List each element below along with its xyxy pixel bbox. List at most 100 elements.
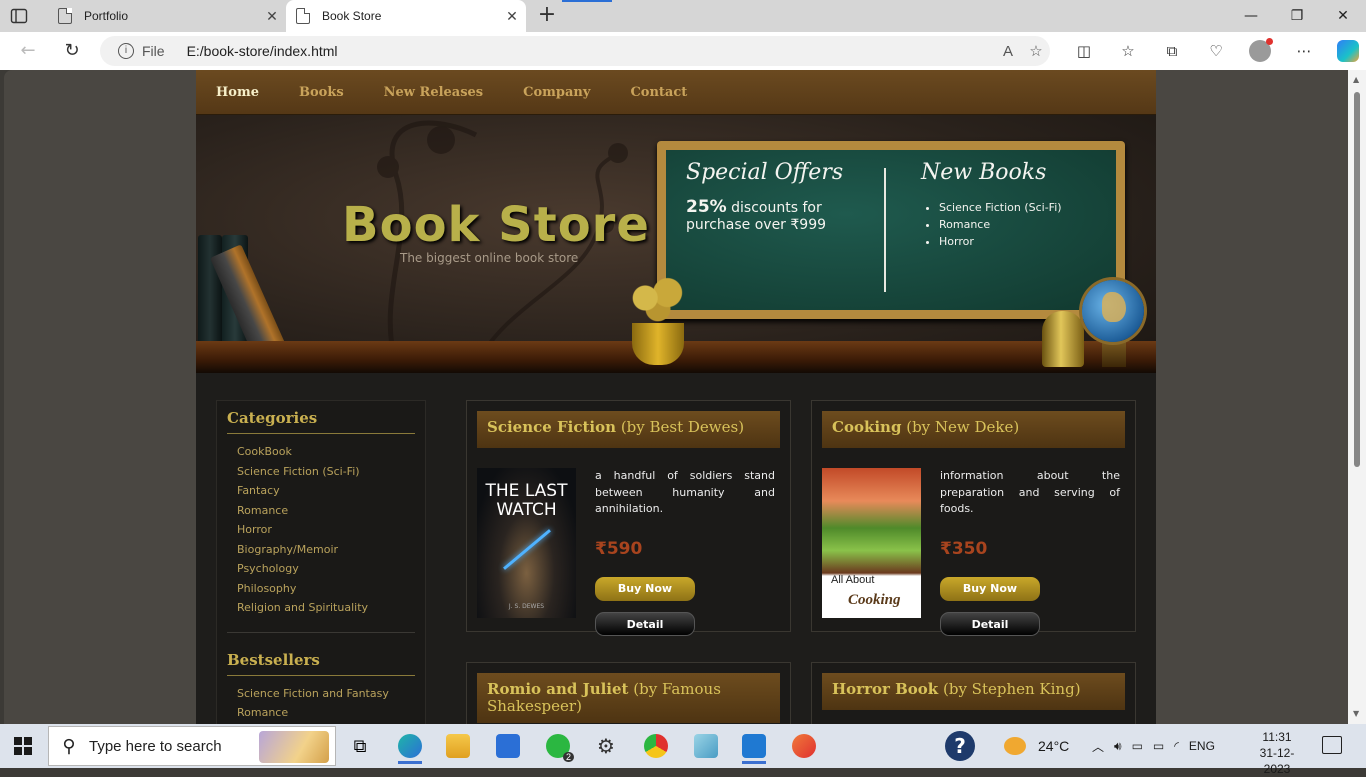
new-books-heading: New Books xyxy=(921,160,1047,185)
notification-icon[interactable] xyxy=(1322,736,1342,754)
product-author: (by Stephen King) xyxy=(942,680,1081,698)
buy-now-button[interactable]: Buy Now xyxy=(940,577,1040,601)
book-cover-image[interactable]: All About Cooking xyxy=(822,468,921,618)
restore-icon[interactable]: ❐ xyxy=(1274,0,1320,32)
battery-icon[interactable]: ▭ xyxy=(1153,739,1164,753)
page-icon xyxy=(58,8,72,24)
file-explorer-icon[interactable] xyxy=(438,728,478,764)
tab-book-store[interactable]: Book Store ✕ xyxy=(286,0,526,32)
close-icon[interactable]: ✕ xyxy=(498,8,526,25)
reload-icon[interactable]: ↻ xyxy=(60,40,84,62)
nav-home[interactable]: Home xyxy=(216,85,259,100)
product-description: information about the preparation and se… xyxy=(940,469,1120,515)
product-description: a handful of soldiers stand between huma… xyxy=(595,469,775,515)
copilot-icon[interactable] xyxy=(1326,39,1366,63)
info-icon[interactable]: i xyxy=(118,43,134,59)
category-link[interactable]: Fantacy xyxy=(237,481,415,501)
windows-start-icon[interactable] xyxy=(14,737,32,755)
tab-actions-icon[interactable] xyxy=(10,7,28,25)
page-scrollbar[interactable]: ▲ ▼ xyxy=(1348,70,1366,724)
whatsapp-icon[interactable]: 2 xyxy=(538,728,578,764)
favorites-icon[interactable]: ☆ xyxy=(1106,39,1150,63)
browser-essentials-icon[interactable]: ♡ xyxy=(1194,39,1238,63)
chevron-up-icon[interactable]: ︿ xyxy=(1092,738,1104,755)
sidebar: Categories CookBook Science Fiction (Sci… xyxy=(216,400,426,724)
product-genre: Science Fiction xyxy=(487,418,617,436)
browser-toolbar: ◫ ☆ ⧉ ♡ ⋯ xyxy=(1062,38,1366,63)
site-nav: Home Books New Releases Company Contact xyxy=(196,70,1156,115)
mail-app-icon[interactable] xyxy=(488,728,528,764)
cover-author: J. S. DEWES xyxy=(508,603,545,610)
product-title[interactable]: Horror Book (by Stephen King) xyxy=(822,673,1125,710)
book-cover-image[interactable]: THE LAST WATCH J. S. DEWES xyxy=(477,468,576,618)
whatsapp-badge: 2 xyxy=(562,752,574,762)
speaker-icon[interactable]: 🔊︎ xyxy=(1114,739,1122,754)
nav-new-releases[interactable]: New Releases xyxy=(384,85,484,100)
bestseller-link[interactable]: Science Fiction and Fantasy xyxy=(237,684,415,704)
file-app-icon[interactable] xyxy=(686,728,726,764)
page-icon xyxy=(296,8,310,24)
category-link[interactable]: Psychology xyxy=(237,559,415,579)
scroll-down-icon[interactable]: ▼ xyxy=(1353,710,1361,718)
product-title[interactable]: Science Fiction (by Best Dewes) xyxy=(477,411,780,448)
split-screen-icon[interactable]: ◫ xyxy=(1062,39,1106,63)
new-book-item: Science Fiction (Sci-Fi) xyxy=(939,199,1111,216)
category-link[interactable]: CookBook xyxy=(237,442,415,462)
tab-portfolio[interactable]: Portfolio ✕ xyxy=(48,0,286,32)
category-link[interactable]: Romance xyxy=(237,501,415,521)
address-bar-row: ← ↻ i File E:/book-store/index.html A ☆ … xyxy=(0,32,1366,70)
settings-gear-icon[interactable]: ⚙ xyxy=(586,728,626,764)
category-link[interactable]: Philosophy xyxy=(237,579,415,599)
globe-stand xyxy=(1102,341,1126,367)
taskbar-search[interactable]: ⚲ Type here to search xyxy=(48,726,336,766)
collections-icon[interactable]: ⧉ xyxy=(1150,39,1194,63)
scroll-thumb[interactable] xyxy=(1354,92,1360,467)
category-link[interactable]: Horror xyxy=(237,520,415,540)
language-indicator[interactable]: ENG xyxy=(1189,739,1215,753)
product-title[interactable]: Cooking (by New Deke) xyxy=(822,411,1125,448)
minimize-icon[interactable]: — xyxy=(1228,0,1274,32)
vscode-app-icon[interactable] xyxy=(734,728,774,764)
product-title[interactable]: Romio and Juliet (by Famous Shakespeer) xyxy=(477,673,780,723)
task-view-icon[interactable]: ⧉ xyxy=(340,728,380,764)
buy-now-button[interactable]: Buy Now xyxy=(595,577,695,601)
weather-widget[interactable]: 24°C xyxy=(1004,724,1069,768)
profile-icon[interactable] xyxy=(1238,38,1282,63)
edge-app-icon[interactable] xyxy=(390,728,430,764)
clock[interactable]: 11:31 31-12-2023 xyxy=(1250,729,1304,777)
back-icon[interactable]: ← xyxy=(16,40,40,62)
chrome-app-icon[interactable] xyxy=(636,728,676,764)
address-bar[interactable]: i File E:/book-store/index.html A ☆ xyxy=(100,36,1050,66)
category-link[interactable]: Science Fiction (Sci-Fi) xyxy=(237,462,415,482)
paint-app-icon[interactable] xyxy=(784,728,824,764)
close-icon[interactable]: ✕ xyxy=(258,8,286,25)
product-author: (by Best Dewes) xyxy=(620,418,745,436)
new-books-list: Science Fiction (Sci-Fi) Romance Horror xyxy=(921,199,1111,250)
product-card: Horror Book (by Stephen King) xyxy=(811,662,1136,724)
new-tab-button[interactable]: + xyxy=(534,3,560,29)
cover-line: All About xyxy=(831,574,875,586)
detail-button[interactable]: Detail xyxy=(595,612,695,636)
plant-decoration xyxy=(626,271,690,325)
bestseller-link[interactable]: Romance xyxy=(237,703,415,723)
product-genre: Cooking xyxy=(832,418,902,436)
url-text[interactable]: E:/book-store/index.html xyxy=(187,43,994,59)
more-menu-icon[interactable]: ⋯ xyxy=(1282,39,1326,63)
category-link[interactable]: Religion and Spirituality xyxy=(237,598,415,618)
detail-button[interactable]: Detail xyxy=(940,612,1040,636)
tab-title: Book Store xyxy=(322,9,382,23)
category-link[interactable]: Biography/Memoir xyxy=(237,540,415,560)
new-books: New Books Science Fiction (Sci-Fi) Roman… xyxy=(921,160,1111,250)
help-icon[interactable]: ? xyxy=(940,728,980,764)
scroll-up-icon[interactable]: ▲ xyxy=(1353,76,1361,84)
close-window-icon[interactable]: ✕ xyxy=(1320,0,1366,32)
nav-books[interactable]: Books xyxy=(299,85,344,100)
scheme-label: File xyxy=(142,43,165,59)
favorite-star-icon[interactable]: ☆ xyxy=(1022,42,1050,60)
wifi-icon[interactable]: ◜ xyxy=(1174,739,1179,753)
clock-time: 11:31 xyxy=(1262,730,1292,744)
meet-now-icon[interactable]: ▭ xyxy=(1132,739,1143,753)
nav-contact[interactable]: Contact xyxy=(630,85,687,100)
nav-company[interactable]: Company xyxy=(523,85,590,100)
read-aloud-icon[interactable]: A xyxy=(994,43,1022,60)
